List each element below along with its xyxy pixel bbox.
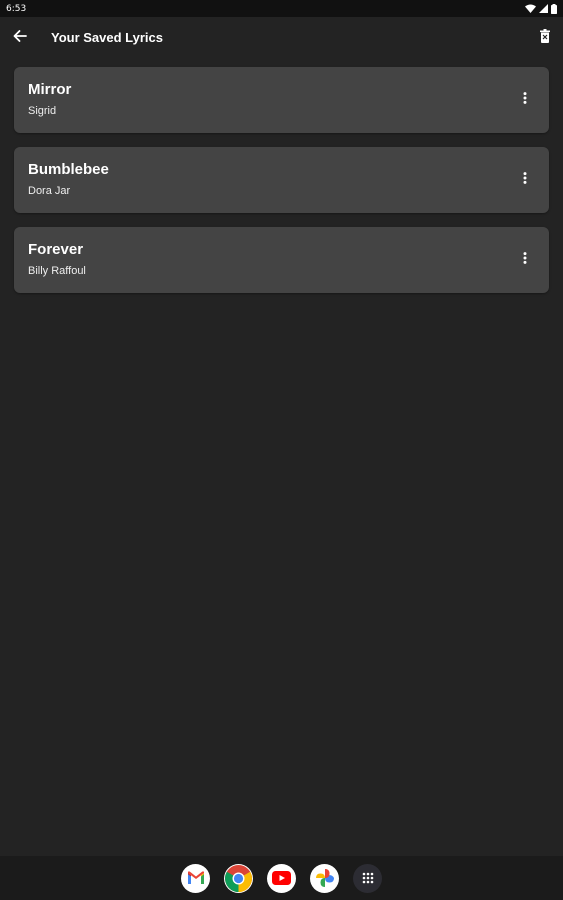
lyric-card[interactable]: Forever Billy Raffoul — [14, 227, 549, 293]
delete-all-button[interactable] — [537, 28, 553, 48]
song-artist: Sigrid — [28, 105, 57, 117]
screen: 6:53 Your Saved Lyrics Mirror Sigrid Bum… — [0, 0, 563, 900]
trash-icon — [540, 28, 550, 48]
song-title: Mirror — [28, 81, 72, 98]
arrow-back-icon — [13, 29, 27, 47]
more-options-button[interactable] — [515, 249, 535, 271]
photos-icon — [315, 868, 335, 888]
song-title: Forever — [28, 241, 84, 258]
page-title: Your Saved Lyrics — [51, 30, 163, 45]
status-icons — [525, 3, 557, 14]
gmail-icon — [187, 871, 205, 885]
lyric-card[interactable]: Mirror Sigrid — [14, 67, 549, 133]
app-drawer-icon — [362, 872, 374, 884]
battery-icon — [551, 3, 557, 14]
more-vert-icon — [523, 91, 527, 109]
more-vert-icon — [523, 251, 527, 269]
song-title: Bumblebee — [28, 161, 109, 178]
photos-app-button[interactable] — [310, 863, 339, 893]
app-bar: Your Saved Lyrics — [0, 17, 563, 59]
gmail-app-button[interactable] — [181, 863, 210, 893]
app-dock — [0, 856, 563, 900]
lyric-card[interactable]: Bumblebee Dora Jar — [14, 147, 549, 213]
youtube-icon — [272, 871, 291, 885]
more-vert-icon — [523, 171, 527, 189]
more-options-button[interactable] — [515, 89, 535, 111]
status-time: 6:53 — [6, 3, 27, 14]
status-bar: 6:53 — [0, 0, 563, 17]
more-options-button[interactable] — [515, 169, 535, 191]
signal-icon — [539, 4, 548, 13]
back-button[interactable] — [10, 28, 30, 48]
saved-lyrics-list: Mirror Sigrid Bumblebee Dora Jar Forever… — [14, 67, 549, 307]
song-artist: Dora Jar — [28, 185, 71, 197]
chrome-icon — [225, 864, 252, 892]
chrome-app-button[interactable] — [224, 863, 253, 893]
app-drawer-button[interactable] — [353, 863, 382, 893]
song-artist: Billy Raffoul — [28, 265, 86, 277]
youtube-app-button[interactable] — [267, 863, 296, 893]
wifi-icon — [525, 4, 536, 13]
